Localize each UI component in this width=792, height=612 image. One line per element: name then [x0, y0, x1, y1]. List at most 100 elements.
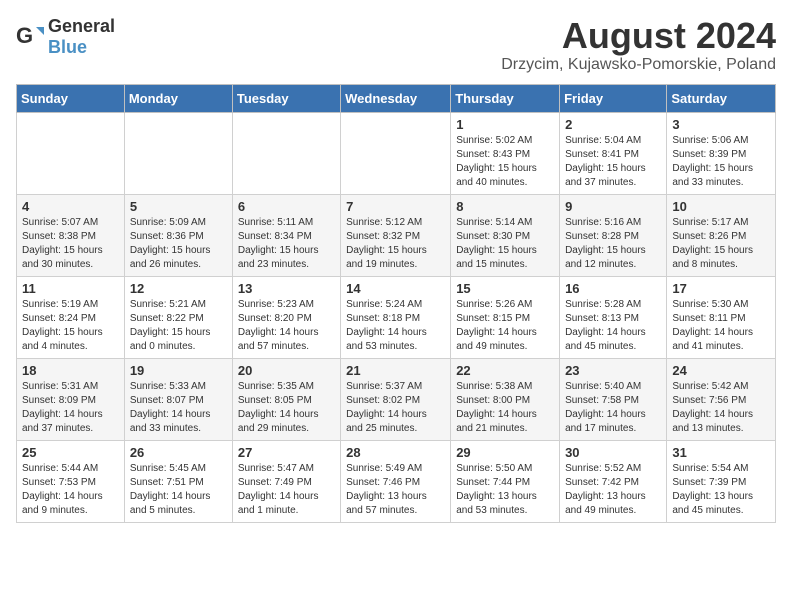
day-number: 7 — [346, 199, 445, 214]
day-number: 4 — [22, 199, 119, 214]
calendar-cell: 19Sunrise: 5:33 AM Sunset: 8:07 PM Dayli… — [124, 358, 232, 440]
day-number: 21 — [346, 363, 445, 378]
calendar-table: Sunday Monday Tuesday Wednesday Thursday… — [16, 84, 776, 523]
calendar-cell: 4 Sunrise: 5:07 AM Sunset: 8:38 PM Daylig… — [17, 194, 125, 276]
calendar-cell: 25Sunrise: 5:44 AM Sunset: 7:53 PM Dayli… — [17, 440, 125, 522]
calendar-cell: 5Sunrise: 5:09 AM Sunset: 8:36 PM Daylig… — [124, 194, 232, 276]
calendar-body: 1 Sunrise: 5:02 AM Sunset: 8:43 PM Daylig… — [17, 112, 776, 522]
calendar-cell: 10 Sunrise: 5:17 AM Sunset: 8:26 PM Dayli… — [667, 194, 776, 276]
day-info: Sunrise: 5:37 AM Sunset: 8:02 PM Dayligh… — [346, 380, 445, 436]
day-info: Sunrise: 5:17 AM Sunset: 8:26 PM Dayligh… — [672, 216, 770, 272]
header-thursday: Thursday — [451, 84, 560, 112]
calendar-cell: 14 Sunrise: 5:24 AM Sunset: 8:18 PM Dayli… — [341, 276, 451, 358]
calendar-cell: 6 Sunrise: 5:11 AM Sunset: 8:34 PM Daylig… — [232, 194, 340, 276]
title-block: August 2024 Drzycim, Kujawsko-Pomorskie,… — [501, 16, 776, 74]
day-info: Sunrise: 5:24 AM Sunset: 8:18 PM Dayligh… — [346, 298, 445, 354]
calendar-cell: 29 Sunrise: 5:50 AM Sunset: 7:44 PM Dayli… — [451, 440, 560, 522]
calendar-cell: 31Sunrise: 5:54 AM Sunset: 7:39 PM Dayli… — [667, 440, 776, 522]
day-info: Sunrise: 5:44 AM Sunset: 7:53 PM Dayligh… — [22, 462, 119, 518]
header-wednesday: Wednesday — [341, 84, 451, 112]
header-tuesday: Tuesday — [232, 84, 340, 112]
svg-text:G: G — [16, 23, 33, 48]
day-info: Sunrise: 5:12 AM Sunset: 8:32 PM Dayligh… — [346, 216, 445, 272]
day-number: 18 — [22, 363, 119, 378]
day-number: 11 — [22, 281, 119, 296]
day-info: Sunrise: 5:40 AM Sunset: 7:58 PM Dayligh… — [565, 380, 661, 436]
calendar-cell: 9 Sunrise: 5:16 AM Sunset: 8:28 PM Daylig… — [560, 194, 667, 276]
day-number: 16 — [565, 281, 661, 296]
calendar-cell: 3Sunrise: 5:06 AM Sunset: 8:39 PM Daylig… — [667, 112, 776, 194]
calendar-cell: 8 Sunrise: 5:14 AM Sunset: 8:30 PM Daylig… — [451, 194, 560, 276]
day-number: 15 — [456, 281, 554, 296]
day-number: 20 — [238, 363, 335, 378]
calendar-cell: 13Sunrise: 5:23 AM Sunset: 8:20 PM Dayli… — [232, 276, 340, 358]
logo-text-general: General — [48, 16, 115, 36]
header-saturday: Saturday — [667, 84, 776, 112]
day-info: Sunrise: 5:02 AM Sunset: 8:43 PM Dayligh… — [456, 134, 554, 190]
calendar-week-3: 11 Sunrise: 5:19 AM Sunset: 8:24 PM Dayli… — [17, 276, 776, 358]
calendar-cell: 11 Sunrise: 5:19 AM Sunset: 8:24 PM Dayli… — [17, 276, 125, 358]
day-info: Sunrise: 5:09 AM Sunset: 8:36 PM Dayligh… — [130, 216, 227, 272]
day-number: 22 — [456, 363, 554, 378]
day-info: Sunrise: 5:35 AM Sunset: 8:05 PM Dayligh… — [238, 380, 335, 436]
calendar-cell: 1 Sunrise: 5:02 AM Sunset: 8:43 PM Daylig… — [451, 112, 560, 194]
day-info: Sunrise: 5:33 AM Sunset: 8:07 PM Dayligh… — [130, 380, 227, 436]
header-sunday: Sunday — [17, 84, 125, 112]
header-friday: Friday — [560, 84, 667, 112]
day-info: Sunrise: 5:28 AM Sunset: 8:13 PM Dayligh… — [565, 298, 661, 354]
day-info: Sunrise: 5:07 AM Sunset: 8:38 PM Dayligh… — [22, 216, 119, 272]
calendar-cell: 27 Sunrise: 5:47 AM Sunset: 7:49 PM Dayli… — [232, 440, 340, 522]
day-info: Sunrise: 5:16 AM Sunset: 8:28 PM Dayligh… — [565, 216, 661, 272]
calendar-cell: 16 Sunrise: 5:28 AM Sunset: 8:13 PM Dayli… — [560, 276, 667, 358]
logo-icon: G — [16, 23, 44, 51]
day-number: 2 — [565, 117, 661, 132]
day-number: 10 — [672, 199, 770, 214]
calendar-cell: 17Sunrise: 5:30 AM Sunset: 8:11 PM Dayli… — [667, 276, 776, 358]
day-info: Sunrise: 5:38 AM Sunset: 8:00 PM Dayligh… — [456, 380, 554, 436]
calendar-cell: 26Sunrise: 5:45 AM Sunset: 7:51 PM Dayli… — [124, 440, 232, 522]
day-info: Sunrise: 5:14 AM Sunset: 8:30 PM Dayligh… — [456, 216, 554, 272]
day-number: 24 — [672, 363, 770, 378]
calendar-cell — [124, 112, 232, 194]
day-number: 17 — [672, 281, 770, 296]
calendar-header: Sunday Monday Tuesday Wednesday Thursday… — [17, 84, 776, 112]
day-number: 6 — [238, 199, 335, 214]
day-info: Sunrise: 5:50 AM Sunset: 7:44 PM Dayligh… — [456, 462, 554, 518]
calendar-cell — [17, 112, 125, 194]
calendar-cell: 23 Sunrise: 5:40 AM Sunset: 7:58 PM Dayli… — [560, 358, 667, 440]
location-title: Drzycim, Kujawsko-Pomorskie, Poland — [501, 56, 776, 74]
day-info: Sunrise: 5:06 AM Sunset: 8:39 PM Dayligh… — [672, 134, 770, 190]
day-number: 30 — [565, 445, 661, 460]
day-number: 12 — [130, 281, 227, 296]
day-number: 23 — [565, 363, 661, 378]
day-number: 29 — [456, 445, 554, 460]
calendar-cell: 24 Sunrise: 5:42 AM Sunset: 7:56 PM Dayli… — [667, 358, 776, 440]
month-title: August 2024 — [501, 16, 776, 56]
day-info: Sunrise: 5:19 AM Sunset: 8:24 PM Dayligh… — [22, 298, 119, 354]
calendar-cell: 18 Sunrise: 5:31 AM Sunset: 8:09 PM Dayli… — [17, 358, 125, 440]
day-info: Sunrise: 5:47 AM Sunset: 7:49 PM Dayligh… — [238, 462, 335, 518]
day-info: Sunrise: 5:45 AM Sunset: 7:51 PM Dayligh… — [130, 462, 227, 518]
calendar-cell: 15Sunrise: 5:26 AM Sunset: 8:15 PM Dayli… — [451, 276, 560, 358]
page-header: G General Blue August 2024 Drzycim, Kuja… — [16, 16, 776, 74]
calendar-cell: 28 Sunrise: 5:49 AM Sunset: 7:46 PM Dayli… — [341, 440, 451, 522]
logo: G General Blue — [16, 16, 115, 58]
day-number: 14 — [346, 281, 445, 296]
header-monday: Monday — [124, 84, 232, 112]
day-number: 8 — [456, 199, 554, 214]
day-info: Sunrise: 5:04 AM Sunset: 8:41 PM Dayligh… — [565, 134, 661, 190]
calendar-cell: 30 Sunrise: 5:52 AM Sunset: 7:42 PM Dayli… — [560, 440, 667, 522]
calendar-week-1: 1 Sunrise: 5:02 AM Sunset: 8:43 PM Daylig… — [17, 112, 776, 194]
day-info: Sunrise: 5:52 AM Sunset: 7:42 PM Dayligh… — [565, 462, 661, 518]
day-number: 27 — [238, 445, 335, 460]
day-number: 9 — [565, 199, 661, 214]
day-info: Sunrise: 5:42 AM Sunset: 7:56 PM Dayligh… — [672, 380, 770, 436]
calendar-cell — [232, 112, 340, 194]
day-info: Sunrise: 5:31 AM Sunset: 8:09 PM Dayligh… — [22, 380, 119, 436]
day-info: Sunrise: 5:49 AM Sunset: 7:46 PM Dayligh… — [346, 462, 445, 518]
day-number: 1 — [456, 117, 554, 132]
day-number: 28 — [346, 445, 445, 460]
calendar-cell: 22 Sunrise: 5:38 AM Sunset: 8:00 PM Dayli… — [451, 358, 560, 440]
calendar-cell: 20 Sunrise: 5:35 AM Sunset: 8:05 PM Dayli… — [232, 358, 340, 440]
day-info: Sunrise: 5:11 AM Sunset: 8:34 PM Dayligh… — [238, 216, 335, 272]
